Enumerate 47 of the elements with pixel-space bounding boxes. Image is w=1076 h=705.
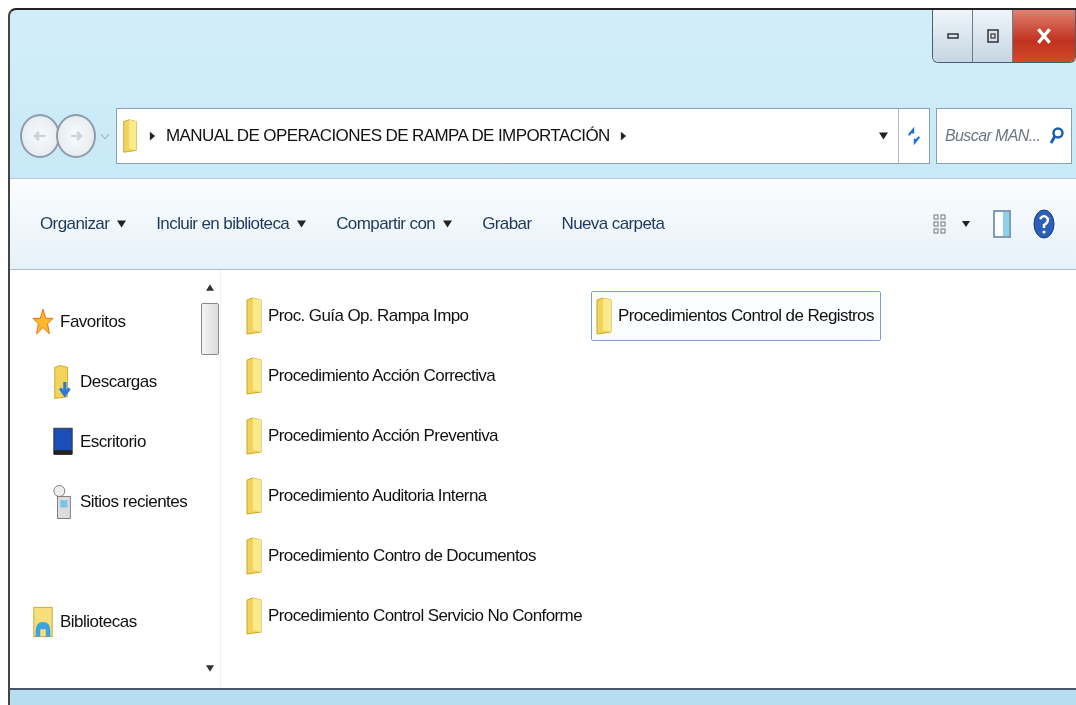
- maximize-icon: [984, 28, 1001, 44]
- view-options-button[interactable]: [932, 212, 972, 236]
- minimize-icon: [946, 33, 959, 39]
- folder-icon: [244, 356, 264, 396]
- navigation-item[interactable]: Sitios recientes: [10, 472, 200, 532]
- navigation-item[interactable]: Escritorio: [10, 412, 200, 472]
- toolbar-button[interactable]: Nueva carpeta: [559, 212, 667, 236]
- folder-icon: [244, 536, 264, 576]
- breadcrumb-arrow-icon[interactable]: [619, 131, 627, 141]
- navigation-item[interactable]: Bibliotecas: [10, 592, 200, 652]
- folder-icon: [594, 296, 614, 336]
- close-button[interactable]: [1013, 10, 1075, 62]
- address-path[interactable]: MANUAL DE OPERACIONES DE RAMPA DE IMPORTACIÓN: [166, 126, 610, 146]
- folder-item[interactable]: Procedimiento Acción Correctiva: [241, 351, 503, 401]
- maximize-button[interactable]: [973, 10, 1013, 62]
- toolbar-button[interactable]: Incluir en biblioteca: [154, 212, 309, 236]
- download-folder-icon: [52, 363, 74, 401]
- forward-button[interactable]: [56, 114, 96, 158]
- folder-icon: [244, 416, 264, 456]
- toolbar-button[interactable]: Grabar: [480, 212, 534, 236]
- folder-item[interactable]: Procedimiento Acción Preventiva: [241, 411, 505, 461]
- folder-item[interactable]: Proc. Guía Op. Rampa Impo: [241, 291, 476, 341]
- minimize-button[interactable]: [933, 10, 973, 62]
- breadcrumb-arrow-icon[interactable]: [149, 131, 156, 141]
- back-button[interactable]: [20, 114, 60, 158]
- navigation-item[interactable]: Descargas: [10, 352, 200, 412]
- toolbar-button[interactable]: Compartir con: [334, 212, 455, 236]
- folder-item[interactable]: Procedimiento Auditoria Interna: [241, 471, 494, 521]
- folder-icon: [121, 117, 139, 155]
- folder-icon: [244, 296, 264, 336]
- folder-item[interactable]: Procedimiento Contro de Documentos: [241, 531, 543, 581]
- search-field[interactable]: Buscar MAN...: [936, 108, 1072, 164]
- navigation-item[interactable]: Favoritos: [10, 292, 200, 352]
- folder-icon: [244, 596, 264, 636]
- address-bar[interactable]: MANUAL DE OPERACIONES DE RAMPA DE IMPORTACIÓN: [116, 108, 930, 164]
- dropdown-caret-icon[interactable]: [879, 132, 888, 140]
- toolbar-button[interactable]: Organizar: [38, 212, 129, 236]
- recent-places-icon: [52, 483, 74, 521]
- refresh-icon: [907, 126, 921, 146]
- preview-pane-button[interactable]: [992, 209, 1012, 239]
- folder-icon: [244, 476, 264, 516]
- search-icon: [1050, 127, 1064, 145]
- star-icon: [32, 308, 54, 336]
- folder-item[interactable]: Procedimientos Control de Registros: [591, 291, 881, 341]
- folder-item[interactable]: Procedimiento Control Servicio No Conforme: [241, 591, 589, 641]
- help-button[interactable]: [1032, 208, 1056, 240]
- close-icon: [1035, 27, 1053, 45]
